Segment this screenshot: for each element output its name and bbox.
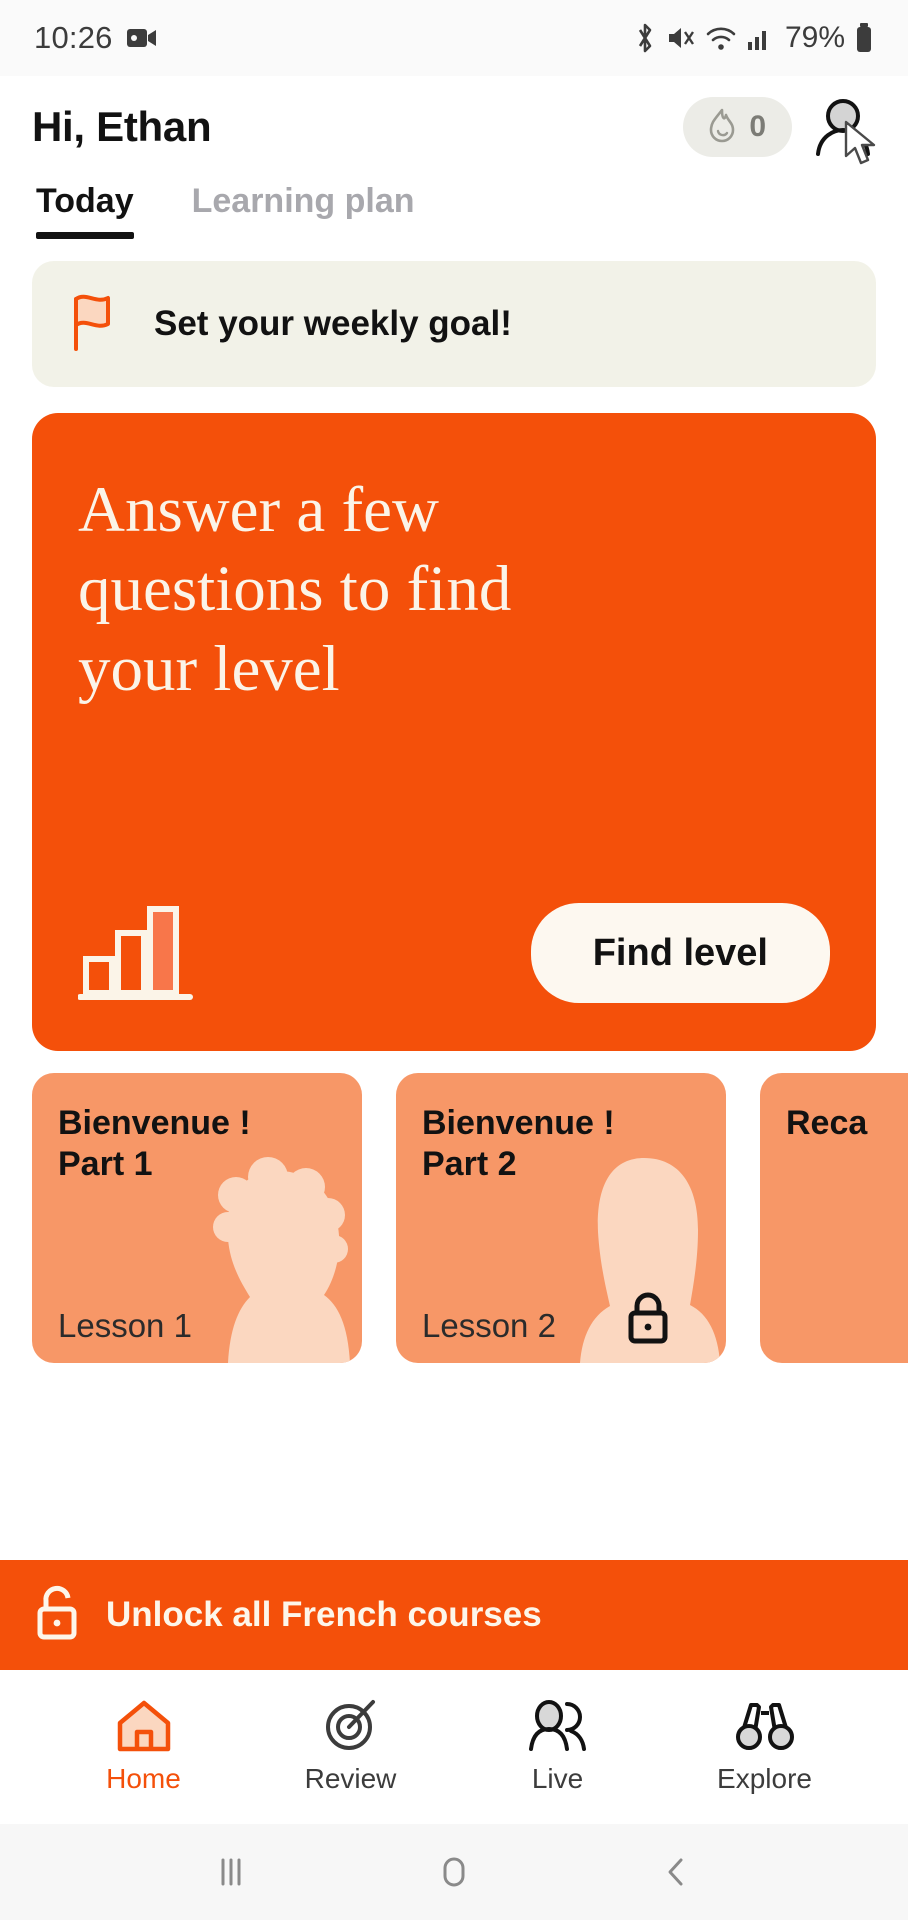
home-icon (115, 1699, 173, 1753)
find-level-card-footer: Find level (78, 901, 830, 1005)
weekly-goal-banner[interactable]: Set your weekly goal! (32, 261, 876, 387)
unlock-padlock-icon (32, 1585, 84, 1645)
mute-icon (666, 22, 696, 54)
unlock-courses-banner[interactable]: Unlock all French courses (0, 1560, 908, 1670)
nav-item-home[interactable]: Home (64, 1699, 224, 1795)
bluetooth-icon (633, 22, 657, 54)
home-button[interactable] (432, 1852, 476, 1892)
weekly-goal-label: Set your weekly goal! (154, 304, 512, 343)
flame-icon (705, 107, 739, 147)
lesson-card[interactable]: Reca (760, 1073, 908, 1363)
people-icon (527, 1699, 589, 1753)
app-screen: 10:26 79% Hi, Ethan 0 Today Learning pla… (0, 0, 908, 1920)
status-bar: 10:26 79% (0, 0, 908, 76)
status-bar-right: 79% (633, 21, 874, 55)
nav-item-review[interactable]: Review (271, 1699, 431, 1795)
lesson-card[interactable]: Bienvenue ! Part 2 Lesson 2 (396, 1073, 726, 1363)
cellular-signal-icon (746, 22, 772, 54)
nav-label-review: Review (304, 1763, 397, 1794)
bar-chart-icon (78, 901, 194, 1005)
status-bar-left: 10:26 (34, 20, 157, 56)
nav-label-live: Live (531, 1763, 584, 1794)
lesson-subtitle: Lesson 1 (58, 1307, 192, 1344)
mouse-cursor-icon (844, 120, 882, 168)
lesson-subtitle: Lesson 2 (422, 1307, 556, 1344)
battery-icon (854, 22, 874, 54)
tab-today[interactable]: Today (36, 182, 134, 239)
flag-icon (68, 293, 124, 355)
page-title: Hi, Ethan (32, 103, 212, 150)
lesson-title: Reca (786, 1104, 868, 1142)
streak-count: 0 (749, 110, 766, 143)
streak-badge[interactable]: 0 (683, 97, 792, 157)
nav-item-explore[interactable]: Explore (685, 1699, 845, 1795)
avatar[interactable] (810, 94, 876, 165)
find-level-card[interactable]: Answer a few questions to find your leve… (32, 413, 876, 1051)
header-actions: 0 (683, 94, 876, 165)
lesson-card[interactable]: Bienvenue ! Part 1 Lesson 1 (32, 1073, 362, 1363)
target-icon (323, 1699, 379, 1753)
find-level-button[interactable]: Find level (530, 903, 830, 1003)
nav-label-explore: Explore (717, 1763, 812, 1794)
bottom-navigation: Home Review Live Explore (0, 1670, 908, 1824)
lesson-title: Bienvenue ! Part 2 (422, 1104, 615, 1184)
nav-item-live[interactable]: Live (478, 1699, 638, 1795)
video-recording-icon (126, 27, 157, 49)
find-level-title: Answer a few questions to find your leve… (78, 474, 512, 705)
binoculars-icon (735, 1699, 795, 1753)
wifi-icon (705, 22, 737, 54)
back-button[interactable] (655, 1852, 699, 1892)
lock-icon (624, 1291, 672, 1347)
nav-label-home: Home (106, 1763, 181, 1794)
android-system-nav (0, 1824, 908, 1920)
recents-button[interactable] (209, 1852, 253, 1892)
battery-percent-label: 79% (784, 21, 845, 54)
unlock-courses-label: Unlock all French courses (106, 1595, 542, 1634)
tab-learning-plan[interactable]: Learning plan (192, 182, 415, 239)
tab-bar: Today Learning plan (0, 164, 908, 239)
lesson-title: Bienvenue ! Part 1 (58, 1104, 251, 1184)
status-time: 10:26 (34, 20, 113, 55)
app-header: Hi, Ethan 0 (0, 76, 908, 165)
